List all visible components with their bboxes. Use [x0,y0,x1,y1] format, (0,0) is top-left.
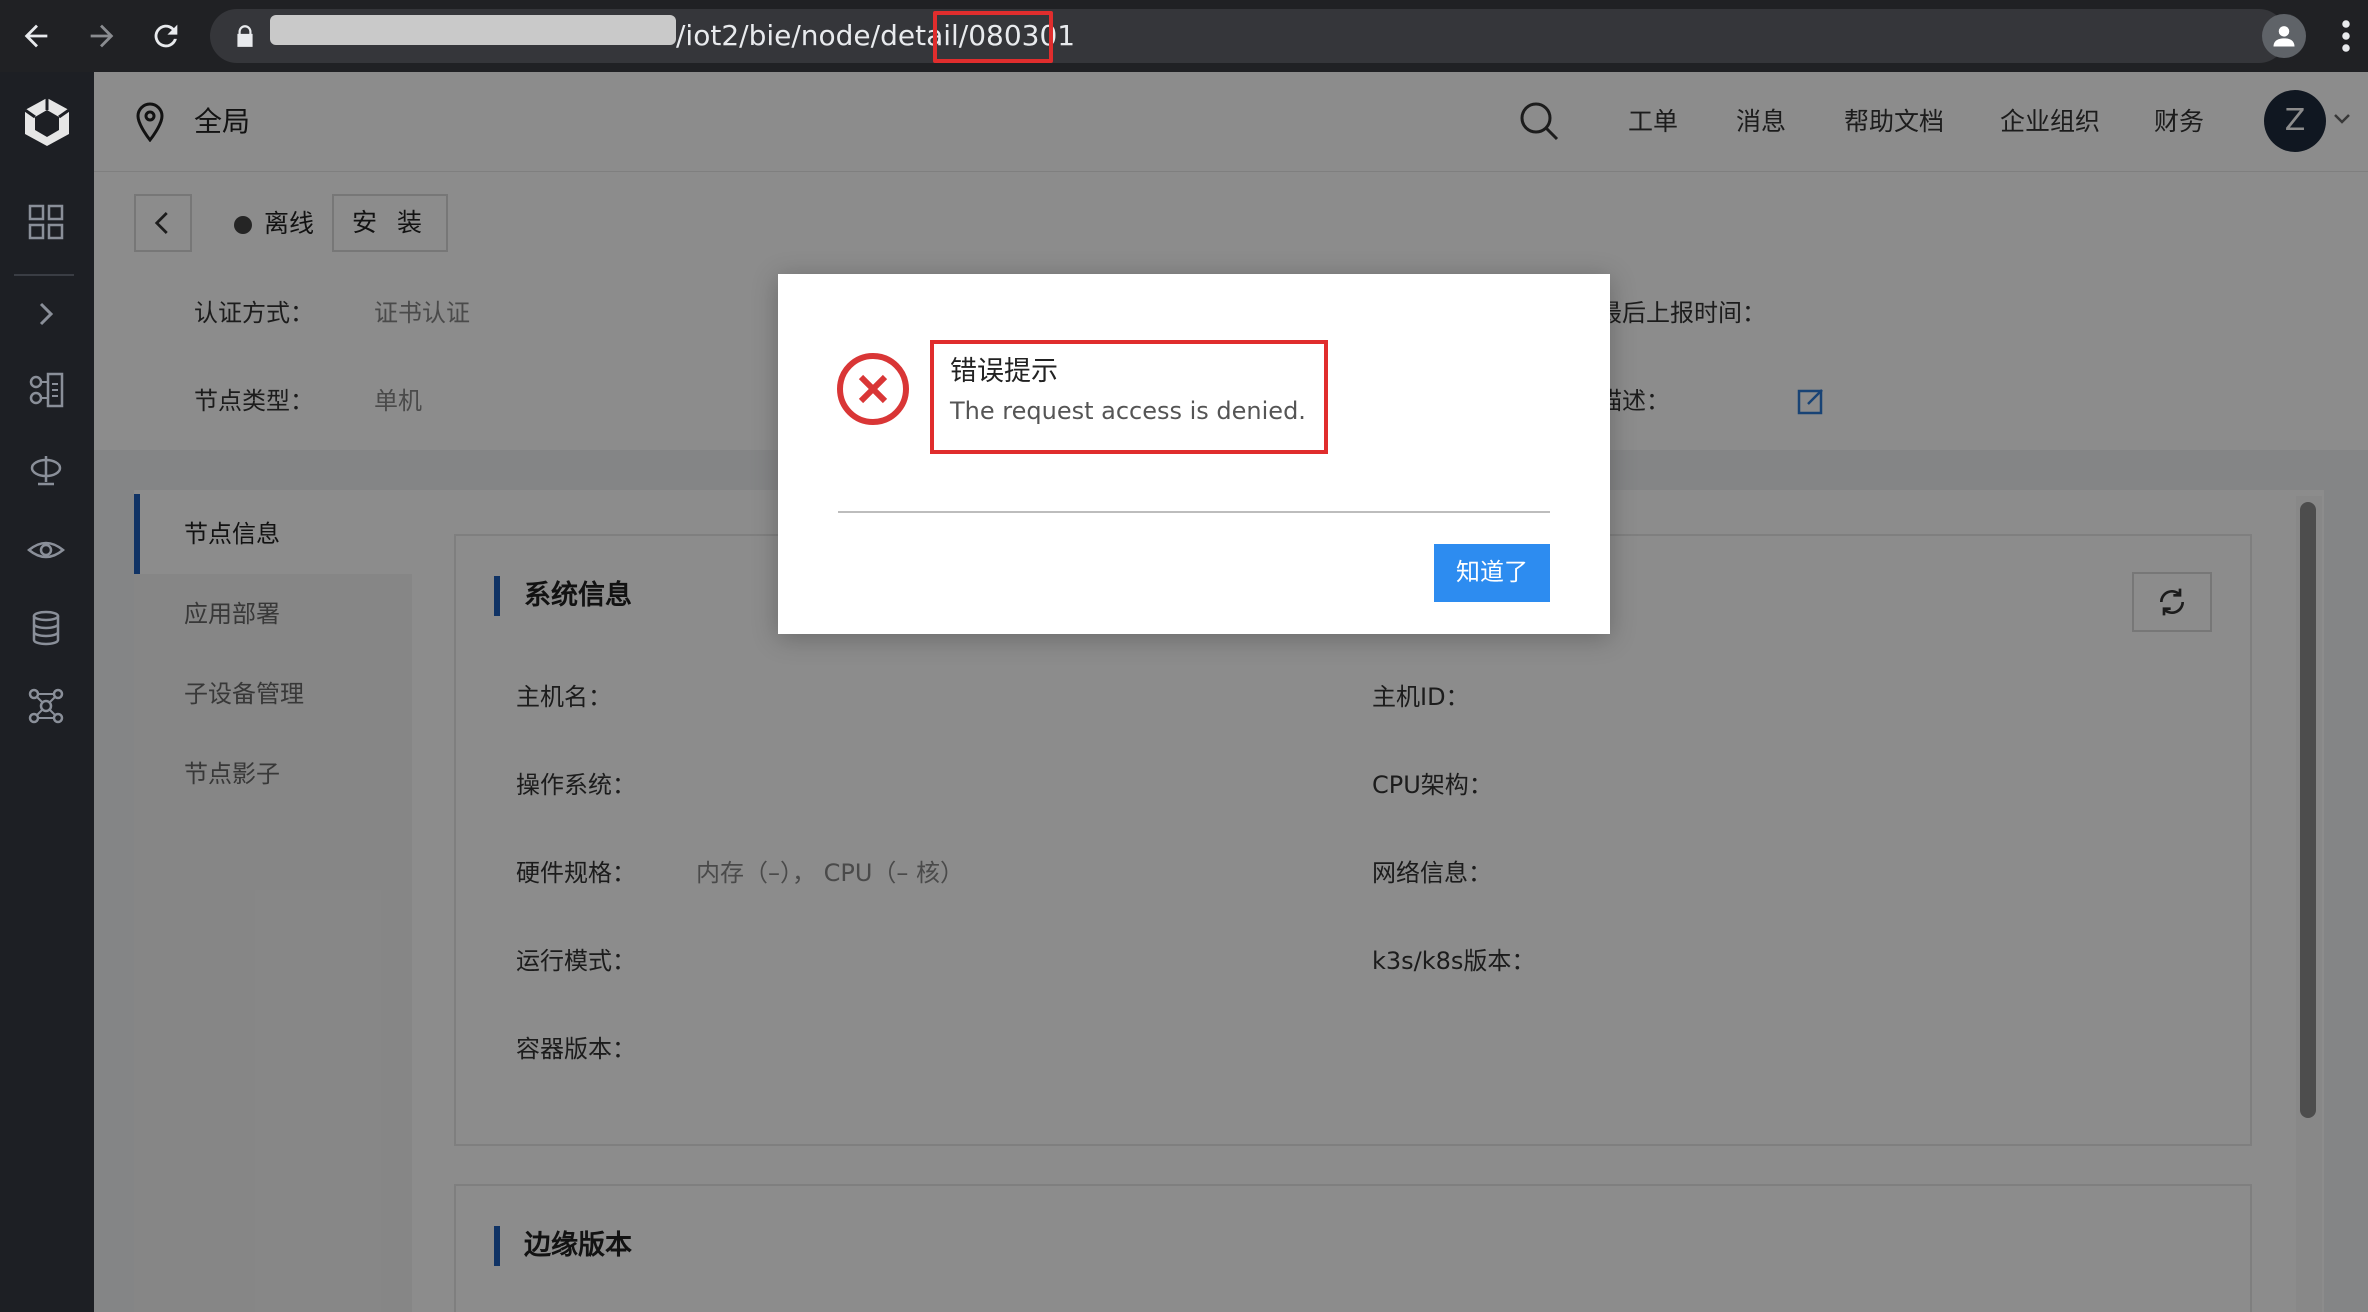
acknowledge-button[interactable]: 知道了 [1434,544,1550,602]
profile-icon [2273,26,2295,47]
database-icon[interactable] [26,608,66,648]
url-path: /iot2/bie/node/detail/ [676,19,969,52]
arrow-left-icon [24,24,48,48]
grid-apps-icon[interactable] [26,202,66,242]
browser-forward-button[interactable] [78,12,126,60]
device-modules-icon[interactable] [26,370,66,410]
browser-toolbar: /iot2/bie/node/detail/080301 [0,0,2368,72]
url-id-highlight-box [933,11,1053,63]
arrow-right-icon [90,24,114,48]
address-bar[interactable]: /iot2/bie/node/detail/080301 [210,9,2286,63]
error-message-highlight-box [930,340,1328,454]
network-topology-icon[interactable] [26,686,66,726]
error-dialog: 错误提示 The request access is denied. 知道了 [778,274,1610,634]
error-x-circle-icon [837,353,909,425]
lock-icon [237,25,253,47]
browser-back-button[interactable] [12,12,60,60]
modal-overlay [94,72,2368,1312]
expand-sidebar-chevron-icon[interactable] [26,294,66,334]
sidebar-divider [14,274,74,276]
reload-icon [154,24,178,48]
browser-profile-button[interactable] [2262,14,2306,58]
screen: /iot2/bie/node/detail/080301 全局 工单 消息 帮助… [0,0,2368,1312]
eye-monitor-icon[interactable] [26,530,66,570]
cube-logo-icon[interactable] [19,94,75,150]
browser-menu-icon[interactable] [2338,18,2354,54]
dialog-divider [838,511,1550,513]
app-sidebar [0,72,94,1312]
browser-reload-button[interactable] [142,12,190,60]
satellite-icon[interactable] [26,450,66,490]
